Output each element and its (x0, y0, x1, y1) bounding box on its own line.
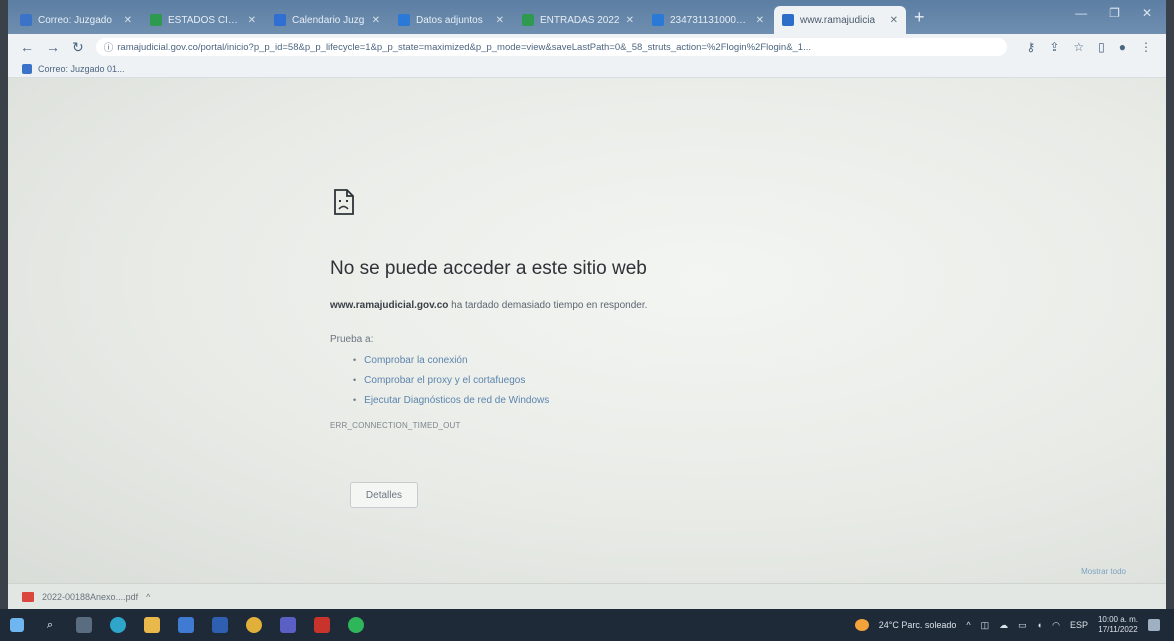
address-bar[interactable]: ⓘ ramajudicial.gov.co/portal/inicio?p_p_… (95, 38, 1007, 56)
clock-date: 17/11/2022 (1098, 625, 1138, 634)
tab-title: Correo: Juzgado (38, 14, 112, 26)
error-code: ERR_CONNECTION_TIMED_OUT (330, 421, 461, 430)
new-tab-button[interactable]: + (914, 7, 925, 28)
tab-title: ESTADOS CIVILES (168, 14, 242, 26)
error-page: No se puede acceder a este sitio web www… (8, 78, 1166, 583)
try-label: Prueba a: (330, 334, 374, 345)
sheets-icon (522, 14, 534, 26)
volume-icon[interactable]: ◖ (1037, 620, 1042, 630)
mail-icon (22, 63, 32, 74)
close-icon[interactable]: ✕ (756, 15, 764, 26)
network-icon[interactable]: ◫ (981, 620, 990, 631)
tab-5[interactable]: 234731131000120 ✕ (644, 6, 772, 34)
tab-title: 234731131000120 (670, 14, 750, 26)
sheets-icon (150, 14, 162, 26)
weather-text[interactable]: 24°C Parc. soleado (879, 620, 957, 630)
tab-1[interactable]: ESTADOS CIVILES ✕ (142, 6, 264, 34)
menu-icon[interactable]: ⋮ (1140, 40, 1152, 54)
site-name: www.ramajudicial.gov.co (330, 300, 449, 311)
search-icon[interactable]: ⌕ (42, 617, 58, 633)
spotify-icon[interactable] (348, 617, 364, 633)
word-icon[interactable] (212, 617, 228, 633)
forward-icon[interactable]: → (46, 39, 60, 55)
clock-time: 10:00 a. m. (1097, 615, 1138, 624)
suggestion-run-diagnostics[interactable]: Ejecutar Diagnósticos de red de Windows (353, 390, 549, 410)
info-icon[interactable]: ⓘ (104, 40, 114, 54)
details-button[interactable]: Detalles (350, 482, 418, 508)
share-icon[interactable]: ⇪ (1049, 40, 1059, 54)
close-icon[interactable]: ✕ (124, 15, 132, 26)
acrobat-icon[interactable] (314, 617, 330, 633)
battery-icon[interactable]: ▭ (1018, 620, 1027, 631)
minimize-icon[interactable]: — (1075, 6, 1087, 20)
store-icon[interactable] (178, 617, 194, 633)
task-view-icon[interactable] (76, 617, 92, 633)
close-icon[interactable]: ✕ (248, 15, 256, 26)
suggestion-list: Comprobar la conexión Comprobar el proxy… (353, 350, 549, 410)
tab-6-active[interactable]: www.ramajudicia ✕ (774, 6, 906, 34)
windows-start-icon[interactable] (10, 618, 24, 632)
profile-icon[interactable]: ● (1119, 40, 1126, 54)
tab-title: www.ramajudicia (800, 14, 876, 26)
tab-title: ENTRADAS 2022 (540, 14, 620, 26)
globe-icon (782, 14, 794, 26)
tab-0[interactable]: Correo: Juzgado ✕ (12, 6, 140, 34)
reload-icon[interactable]: ↻ (72, 39, 84, 56)
cloud-icon (398, 14, 410, 26)
edge-icon[interactable] (110, 617, 126, 633)
close-icon[interactable]: ✕ (626, 15, 634, 26)
tab-title: Calendario Juzg (292, 14, 365, 26)
chevron-up-icon[interactable]: ^ (146, 592, 150, 602)
notifications-icon[interactable] (1148, 619, 1160, 631)
cloud-icon (652, 14, 664, 26)
chevron-up-icon[interactable]: ^ (966, 620, 970, 630)
show-all-link[interactable]: Mostrar todo (1081, 567, 1126, 576)
tab-3[interactable]: Datos adjuntos ✕ (390, 6, 512, 34)
error-title: No se puede acceder a este sitio web (330, 258, 647, 279)
wifi-icon[interactable]: ◠ (1052, 620, 1060, 631)
calendar-icon (274, 14, 286, 26)
close-icon[interactable]: ✕ (496, 15, 504, 26)
star-icon[interactable]: ☆ (1073, 40, 1084, 54)
maximize-icon[interactable]: ❐ (1109, 6, 1120, 20)
tab-4[interactable]: ENTRADAS 2022 ✕ (514, 6, 642, 34)
tab-strip: Correo: Juzgado ✕ ESTADOS CIVILES ✕ Cale… (8, 0, 1166, 34)
bookmarks-bar: Correo: Juzgado 01... (8, 60, 1166, 78)
teams-icon[interactable] (280, 617, 296, 633)
weather-icon[interactable] (854, 619, 869, 631)
back-icon[interactable]: ← (20, 39, 34, 55)
chrome-icon[interactable] (246, 617, 262, 633)
bookmark-item[interactable]: Correo: Juzgado 01... (38, 64, 125, 74)
clock[interactable]: 10:00 a. m. 17/11/2022 (1098, 615, 1138, 635)
toolbar-icons: ⚷ ⇪ ☆ ▯ ● ⋮ (1027, 40, 1166, 54)
url-text: ramajudicial.gov.co/portal/inicio?p_p_id… (117, 41, 812, 53)
onedrive-icon[interactable]: ☁ (999, 620, 1008, 631)
system-tray: 24°C Parc. soleado ^ ◫ ☁ ▭ ◖ ◠ ESP 10:00… (854, 615, 1174, 635)
pdf-icon (22, 591, 34, 602)
download-file[interactable]: 2022-00188Anexo....pdf (42, 592, 138, 602)
download-bar: 2022-00188Anexo....pdf ^ (8, 583, 1166, 609)
tab-title: Datos adjuntos (416, 14, 483, 26)
window-controls: — ❐ ✕ (1075, 6, 1152, 20)
error-message: www.ramajudicial.gov.co ha tardado demas… (330, 300, 647, 311)
error-description: ha tardado demasiado tiempo en responder… (451, 300, 648, 311)
mail-icon (20, 14, 32, 26)
close-icon[interactable]: ✕ (372, 15, 380, 26)
key-icon[interactable]: ⚷ (1027, 40, 1036, 54)
file-explorer-icon[interactable] (144, 617, 160, 633)
sidebar-icon[interactable]: ▯ (1098, 40, 1105, 54)
language-indicator[interactable]: ESP (1070, 620, 1088, 630)
suggestion-check-proxy[interactable]: Comprobar el proxy y el cortafuegos (353, 370, 549, 390)
sad-page-icon (334, 189, 354, 215)
suggestion-check-connection[interactable]: Comprobar la conexión (353, 350, 549, 370)
close-icon[interactable]: ✕ (890, 15, 898, 26)
close-window-icon[interactable]: ✕ (1142, 6, 1152, 20)
browser-toolbar: ← → ↻ ⓘ ramajudicial.gov.co/portal/inici… (8, 34, 1166, 60)
taskbar: ⌕ 24°C Parc. soleado ^ ◫ ☁ ▭ ◖ ◠ ESP 10:… (0, 609, 1174, 641)
tab-2[interactable]: Calendario Juzg ✕ (266, 6, 388, 34)
